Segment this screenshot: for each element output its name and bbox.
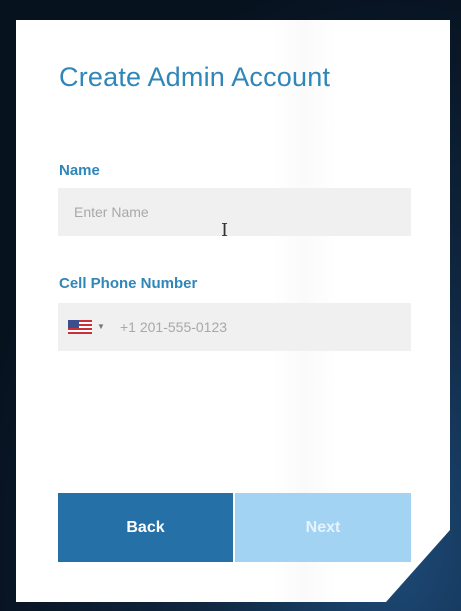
back-button[interactable]: Back — [58, 493, 233, 562]
phone-label: Cell Phone Number — [59, 275, 198, 292]
phone-field: ▼ — [58, 303, 411, 351]
name-input[interactable] — [58, 188, 411, 236]
name-label: Name — [59, 162, 100, 179]
page-title: Create Admin Account — [59, 62, 331, 92]
phone-input[interactable] — [120, 303, 411, 351]
create-admin-card: Create Admin Account Name I Cell Phone N… — [16, 20, 450, 602]
next-button[interactable]: Next — [235, 493, 411, 562]
us-flag-icon — [68, 320, 92, 334]
country-code-select[interactable]: ▼ — [68, 317, 112, 337]
i-beam-cursor-icon: I — [221, 220, 229, 241]
chevron-down-icon: ▼ — [97, 322, 105, 331]
